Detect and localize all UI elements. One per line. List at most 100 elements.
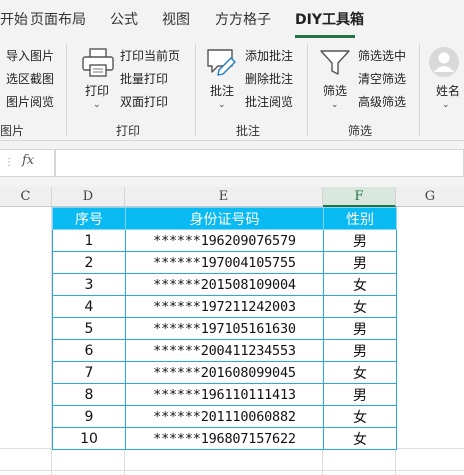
print-button[interactable]: 打印 ⌄ bbox=[76, 44, 120, 114]
data-table: 序号 身份证号码 性别 1 ******196209076579 男 2 ******… bbox=[52, 207, 397, 450]
name-box[interactable]: ⋮ fx bbox=[0, 149, 55, 177]
filter-button[interactable]: 筛选 ⌄ bbox=[314, 44, 358, 114]
cell-gender[interactable]: 女 bbox=[323, 361, 397, 384]
cell-index[interactable]: 2 bbox=[52, 251, 126, 274]
chevron-down-icon: ⌄ bbox=[331, 100, 339, 110]
cell-index[interactable]: 3 bbox=[52, 273, 126, 296]
cell-gender[interactable]: 男 bbox=[323, 339, 397, 362]
filter-button-label: 筛选 bbox=[323, 84, 348, 98]
add-comment-button[interactable]: 添加批注 bbox=[245, 48, 293, 64]
region-screenshot-button[interactable]: 选区截图 bbox=[6, 71, 54, 87]
cell-index[interactable]: 6 bbox=[52, 339, 126, 362]
dropdown-dots-icon: ⋮ bbox=[4, 157, 14, 168]
tab-home[interactable]: 开始 bbox=[0, 6, 28, 34]
column-header-bar: C D E F G bbox=[0, 187, 464, 207]
cell-index[interactable]: 9 bbox=[52, 405, 126, 428]
table-row: 8 ******196110111413 男 bbox=[52, 383, 397, 406]
column-header-e[interactable]: E bbox=[125, 187, 323, 207]
table-row: 2 ******197004105755 男 bbox=[52, 251, 397, 274]
group-label-image: 图片 bbox=[0, 124, 25, 138]
cell-gender[interactable]: 女 bbox=[323, 427, 397, 450]
duplex-print-button[interactable]: 双面打印 bbox=[120, 94, 168, 110]
cell-index[interactable]: 4 bbox=[52, 295, 126, 318]
person-icon bbox=[429, 47, 459, 77]
cell-id-number[interactable]: ******196807157622 bbox=[125, 427, 324, 450]
header-index[interactable]: 序号 bbox=[52, 207, 126, 230]
cell-id-number[interactable]: ******196209076579 bbox=[125, 229, 324, 252]
cell-id-number[interactable]: ******196110111413 bbox=[125, 383, 324, 406]
cell-index[interactable]: 7 bbox=[52, 361, 126, 384]
table-row: 3 ******201508109004 女 bbox=[52, 273, 397, 296]
group-label-print: 打印 bbox=[116, 124, 141, 138]
name-button-label: 姓名 bbox=[436, 84, 461, 98]
header-id-number[interactable]: 身份证号码 bbox=[125, 207, 324, 230]
batch-print-button[interactable]: 批量打印 bbox=[120, 71, 168, 87]
filter-selected-button[interactable]: 筛选选中 bbox=[358, 48, 406, 64]
cell-gender[interactable]: 男 bbox=[323, 251, 397, 274]
cell-index[interactable]: 1 bbox=[52, 229, 126, 252]
cell-id-number[interactable]: ******197004105755 bbox=[125, 251, 324, 274]
group-separator bbox=[307, 44, 308, 136]
table-header-row: 序号 身份证号码 性别 bbox=[52, 207, 397, 230]
chevron-down-icon: ⌄ bbox=[93, 100, 101, 110]
name-button[interactable]: 姓名 ⌄ bbox=[425, 44, 464, 114]
column-header-c[interactable]: C bbox=[0, 187, 52, 207]
group-separator bbox=[419, 44, 420, 136]
sheet-grid[interactable]: 序号 身份证号码 性别 1 ******196209076579 男 2 ******… bbox=[0, 207, 464, 475]
table-row: 6 ******200411234553 男 bbox=[52, 339, 397, 362]
cell-id-number[interactable]: ******200411234553 bbox=[125, 339, 324, 362]
column-header-g[interactable]: G bbox=[396, 187, 464, 207]
tab-view[interactable]: 视图 bbox=[162, 6, 190, 34]
cell-gender[interactable]: 女 bbox=[323, 273, 397, 296]
table-row: 4 ******197211242003 女 bbox=[52, 295, 397, 318]
comment-button-label: 批注 bbox=[210, 84, 235, 98]
group-label-comment: 批注 bbox=[236, 124, 261, 138]
image-browse-button[interactable]: 图片阅览 bbox=[6, 94, 54, 110]
chevron-down-icon: ⌄ bbox=[442, 100, 450, 110]
ribbon: 导入图片 选区截图 图片阅览 图片 打印 ⌄ 打印当前页 批量打印 双面打印 打… bbox=[0, 38, 464, 141]
import-image-button[interactable]: 导入图片 bbox=[6, 48, 54, 64]
cell-index[interactable]: 5 bbox=[52, 317, 126, 340]
clear-filter-button[interactable]: 清空筛选 bbox=[358, 71, 406, 87]
cell-id-number[interactable]: ******197211242003 bbox=[125, 295, 324, 318]
cell-index[interactable]: 10 bbox=[52, 427, 126, 450]
delete-comment-button[interactable]: 删除批注 bbox=[245, 71, 293, 87]
tab-formulas[interactable]: 公式 bbox=[110, 6, 138, 34]
cell-id-number[interactable]: ******201110060882 bbox=[125, 405, 324, 428]
tab-page-layout[interactable]: 页面布局 bbox=[30, 6, 86, 34]
fx-icon[interactable]: fx bbox=[22, 153, 34, 168]
table-row: 7 ******201608099045 女 bbox=[52, 361, 397, 384]
cell-gender[interactable]: 男 bbox=[323, 383, 397, 406]
cell-id-number[interactable]: ******197105161630 bbox=[125, 317, 324, 340]
cell-id-number[interactable]: ******201608099045 bbox=[125, 361, 324, 384]
cell-id-number[interactable]: ******201508109004 bbox=[125, 273, 324, 296]
print-current-page-button[interactable]: 打印当前页 bbox=[120, 48, 180, 64]
funnel-icon bbox=[320, 50, 350, 75]
cell-gender[interactable]: 男 bbox=[323, 317, 397, 340]
table-row: 9 ******201110060882 女 bbox=[52, 405, 397, 428]
browse-comments-button[interactable]: 批注阅览 bbox=[245, 94, 293, 110]
header-gender[interactable]: 性别 bbox=[323, 207, 397, 230]
table-row: 10 ******196807157622 女 bbox=[52, 427, 397, 450]
chevron-down-icon: ⌄ bbox=[218, 100, 226, 110]
printer-icon bbox=[82, 48, 114, 77]
comment-edit-icon bbox=[207, 49, 236, 76]
column-header-d[interactable]: D bbox=[52, 187, 125, 207]
group-separator bbox=[66, 44, 67, 136]
cell-gender[interactable]: 男 bbox=[323, 229, 397, 252]
print-button-label: 打印 bbox=[85, 84, 110, 98]
cell-gender[interactable]: 女 bbox=[323, 405, 397, 428]
comment-button[interactable]: 批注 ⌄ bbox=[201, 44, 245, 114]
tab-diy-toolbox[interactable]: DIY工具箱 bbox=[295, 6, 364, 34]
table-row: 5 ******197105161630 男 bbox=[52, 317, 397, 340]
advanced-filter-button[interactable]: 高级筛选 bbox=[358, 94, 406, 110]
formula-input[interactable] bbox=[55, 149, 464, 177]
ribbon-tab-bar: 开始 页面布局 公式 视图 方方格子 DIY工具箱 bbox=[0, 0, 464, 38]
cell-gender[interactable]: 女 bbox=[323, 295, 397, 318]
formula-bar: ⋮ fx bbox=[0, 141, 464, 187]
table-row: 1 ******196209076579 男 bbox=[52, 229, 397, 252]
gridline bbox=[0, 470, 464, 471]
cell-index[interactable]: 8 bbox=[52, 383, 126, 406]
tab-fangfang-gezi[interactable]: 方方格子 bbox=[215, 6, 271, 34]
column-header-f[interactable]: F bbox=[323, 187, 396, 207]
